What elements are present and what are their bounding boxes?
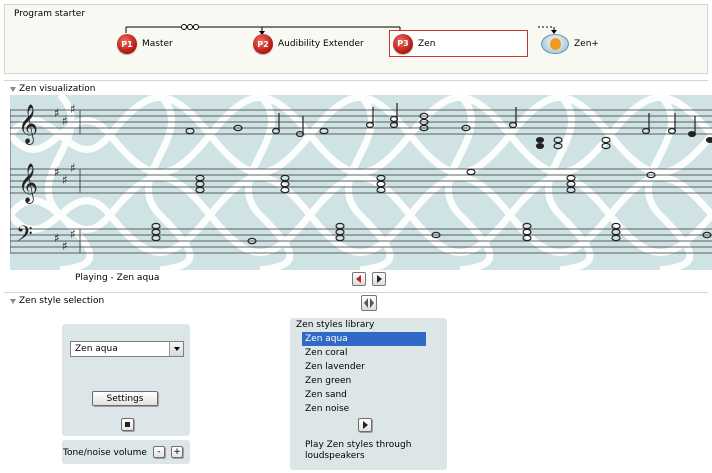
list-item[interactable]: Zen sand	[302, 388, 426, 402]
sharp-icon: ♯	[62, 239, 68, 253]
visualization-title: Zen visualization	[19, 84, 96, 94]
program-p3-zen[interactable]: P3 Zen	[389, 30, 528, 57]
treble-clef-icon: 𝄞	[18, 104, 38, 145]
sharp-icon: ♯	[62, 114, 68, 128]
play-icon	[363, 421, 368, 429]
treble-clef-icon: 𝄞	[18, 163, 38, 204]
sharp-icon: ♯	[62, 173, 68, 187]
music-notes	[151, 103, 712, 245]
style-selection-title: Zen style selection	[19, 296, 105, 306]
sharp-icon: ♯	[54, 165, 60, 179]
sharp-icon: ♯	[70, 227, 76, 241]
styles-library-list[interactable]: Zen aqua Zen coral Zen lavender Zen gree…	[302, 332, 426, 416]
volume-up-button[interactable]: +	[171, 446, 183, 458]
style-select-value: Zen aqua	[75, 344, 118, 354]
zen-plus-icon	[541, 34, 569, 54]
list-item[interactable]: Zen lavender	[302, 360, 426, 374]
wave-pattern	[10, 95, 712, 270]
play-button[interactable]	[358, 418, 372, 432]
triangle-down-icon	[10, 298, 16, 304]
panel-toggle-icon	[364, 298, 374, 308]
next-icon	[377, 275, 382, 283]
list-item[interactable]: Zen noise	[302, 402, 426, 416]
sharp-icon: ♯	[70, 102, 76, 116]
stop-icon	[125, 422, 130, 427]
zen-visualization-canvas: 𝄞 𝄞 𝄢 ♯ ♯ ♯ ♯ ♯ ♯ ♯ ♯ ♯	[10, 95, 712, 270]
music-staff-graphic: 𝄞 𝄞 𝄢 ♯ ♯ ♯ ♯ ♯ ♯ ♯ ♯ ♯	[10, 95, 712, 270]
program-badge-icon: P3	[393, 33, 413, 54]
program-label: Audibility Extender	[278, 39, 364, 49]
bass-clef-icon: 𝄢	[16, 222, 33, 252]
styles-library-title: Zen styles library	[296, 320, 375, 330]
list-item[interactable]: Zen coral	[302, 346, 426, 360]
triangle-down-icon	[10, 86, 16, 92]
list-item[interactable]: Zen aqua	[302, 332, 426, 346]
program-label: Zen+	[574, 39, 599, 49]
next-button[interactable]	[372, 272, 386, 286]
playing-status: Playing - Zen aqua	[75, 273, 160, 283]
program-label: Zen	[418, 38, 436, 49]
program-p2-audibility-extender[interactable]: P2 Audibility Extender	[253, 32, 364, 56]
play-through-loudspeakers-label: Play Zen styles through loudspeakers	[305, 440, 412, 461]
program-badge-icon: P1	[117, 34, 137, 54]
previous-button[interactable]	[352, 272, 366, 286]
sharp-icon: ♯	[54, 106, 60, 120]
previous-icon	[356, 275, 361, 283]
list-item[interactable]: Zen green	[302, 374, 426, 388]
program-p1-master[interactable]: P1 Master	[117, 32, 173, 56]
style-select[interactable]: Zen aqua	[70, 341, 184, 357]
program-badge-icon: P2	[253, 34, 273, 54]
volume-label: Tone/noise volume	[63, 448, 147, 458]
program-label: Master	[142, 39, 173, 49]
style-selection-header[interactable]: Zen style selection	[10, 296, 104, 306]
panel-toggle-button[interactable]	[361, 295, 377, 311]
program-zen-plus[interactable]: Zen+	[541, 32, 599, 56]
settings-button[interactable]: Settings	[92, 391, 158, 406]
sharp-icon: ♯	[70, 161, 76, 175]
stop-button[interactable]	[121, 418, 134, 431]
visualization-header[interactable]: Zen visualization	[10, 84, 95, 94]
chevron-down-icon[interactable]	[169, 342, 183, 356]
volume-down-button[interactable]: -	[153, 446, 165, 458]
sharp-icon: ♯	[54, 231, 60, 245]
